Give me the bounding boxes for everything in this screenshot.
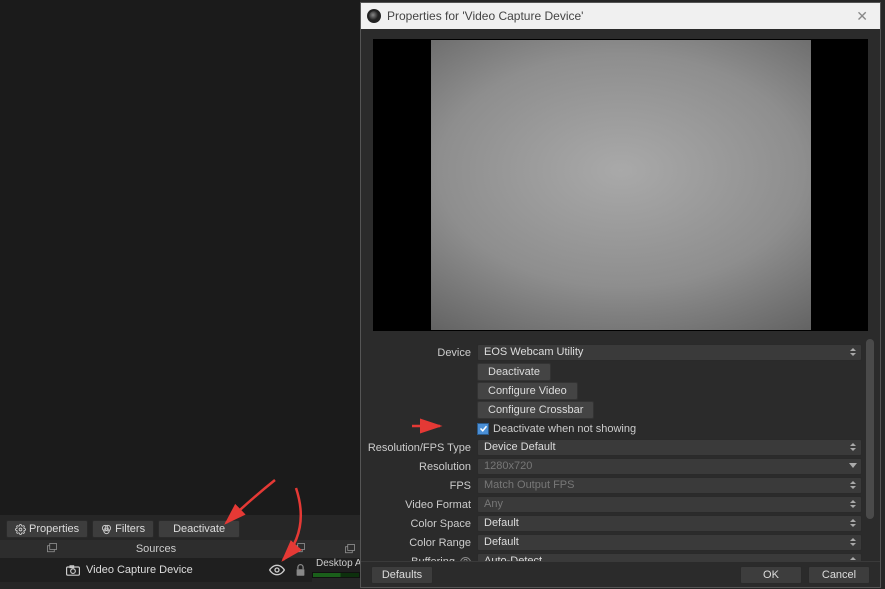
source-list-item[interactable]: Video Capture Device xyxy=(0,558,312,582)
configure-crossbar-button[interactable]: Configure Crossbar xyxy=(477,401,594,419)
deactivate-when-not-showing-checkbox[interactable] xyxy=(477,423,489,435)
scene-preview-area xyxy=(0,0,360,515)
audio-mixer-panel: Desktop Au xyxy=(312,540,360,578)
video-preview xyxy=(373,39,868,331)
properties-button[interactable]: Properties xyxy=(6,520,88,538)
source-toolbar: Properties Filters Deactivate xyxy=(6,520,240,538)
gear-icon xyxy=(15,524,26,535)
color-range-select[interactable]: Default xyxy=(477,534,862,551)
deactivate-button[interactable]: Deactivate xyxy=(158,520,240,538)
device-value: EOS Webcam Utility xyxy=(484,346,583,358)
deactivate-button-label: Deactivate xyxy=(173,523,225,535)
close-icon[interactable]: ✕ xyxy=(848,8,876,25)
label-video-format: Video Format xyxy=(365,499,477,511)
camera-feed xyxy=(431,40,811,330)
properties-button-label: Properties xyxy=(29,523,79,535)
video-format-select[interactable]: Any xyxy=(477,496,862,513)
label-fps: FPS xyxy=(365,480,477,492)
ok-button[interactable]: OK xyxy=(740,566,802,584)
properties-dialog: Properties for 'Video Capture Device' ✕ … xyxy=(360,2,881,588)
checkbox-label: Deactivate when not showing xyxy=(493,423,636,435)
camera-icon xyxy=(66,565,80,576)
filters-icon xyxy=(101,524,112,535)
configure-video-button[interactable]: Configure Video xyxy=(477,382,578,400)
dialog-footer: Defaults OK Cancel xyxy=(361,561,880,587)
popout-icon[interactable] xyxy=(46,542,58,554)
resolution-select[interactable]: 1280x720 xyxy=(477,458,862,475)
color-space-select[interactable]: Default xyxy=(477,515,862,532)
label-buffering: Buffering ? xyxy=(365,556,477,562)
label-device: Device xyxy=(365,347,477,359)
updown-icon xyxy=(849,348,857,356)
mixer-channel-label: Desktop Au xyxy=(312,558,360,572)
popout-icon[interactable] xyxy=(344,543,356,555)
obs-logo-icon xyxy=(367,9,381,23)
label-color-space: Color Space xyxy=(365,518,477,530)
sources-panel: Sources Video Capture Device xyxy=(0,540,312,582)
updown-icon xyxy=(849,557,857,561)
properties-form: Device EOS Webcam Utility Deactivate Con… xyxy=(361,339,880,561)
res-fps-type-select[interactable]: Device Default xyxy=(477,439,862,456)
updown-icon xyxy=(849,500,857,508)
label-res-fps-type: Resolution/FPS Type xyxy=(365,442,477,454)
dialog-titlebar[interactable]: Properties for 'Video Capture Device' ✕ xyxy=(361,3,880,29)
scrollbar[interactable] xyxy=(866,339,874,557)
sources-panel-title: Sources xyxy=(136,543,176,555)
updown-icon xyxy=(849,519,857,527)
scroll-thumb[interactable] xyxy=(866,339,874,519)
updown-icon xyxy=(849,481,857,489)
label-resolution: Resolution xyxy=(365,461,477,473)
check-icon xyxy=(479,424,488,433)
source-item-label: Video Capture Device xyxy=(86,564,193,576)
filters-button-label: Filters xyxy=(115,523,145,535)
chevron-down-icon xyxy=(849,463,857,468)
dialog-title: Properties for 'Video Capture Device' xyxy=(387,9,848,23)
defaults-button[interactable]: Defaults xyxy=(371,566,433,584)
updown-icon xyxy=(849,538,857,546)
fps-select[interactable]: Match Output FPS xyxy=(477,477,862,494)
updown-icon xyxy=(849,443,857,451)
filters-button[interactable]: Filters xyxy=(92,520,154,538)
device-select[interactable]: EOS Webcam Utility xyxy=(477,344,862,361)
lock-icon[interactable] xyxy=(295,564,306,577)
buffering-select[interactable]: Auto-Detect xyxy=(477,553,862,561)
help-icon[interactable]: ? xyxy=(460,557,471,562)
audio-meter xyxy=(312,572,360,578)
device-deactivate-button[interactable]: Deactivate xyxy=(477,363,551,381)
popout-icon[interactable] xyxy=(294,542,306,554)
sources-panel-header: Sources xyxy=(0,540,312,558)
label-color-range: Color Range xyxy=(365,537,477,549)
cancel-button[interactable]: Cancel xyxy=(808,566,870,584)
eye-icon[interactable] xyxy=(269,564,285,576)
